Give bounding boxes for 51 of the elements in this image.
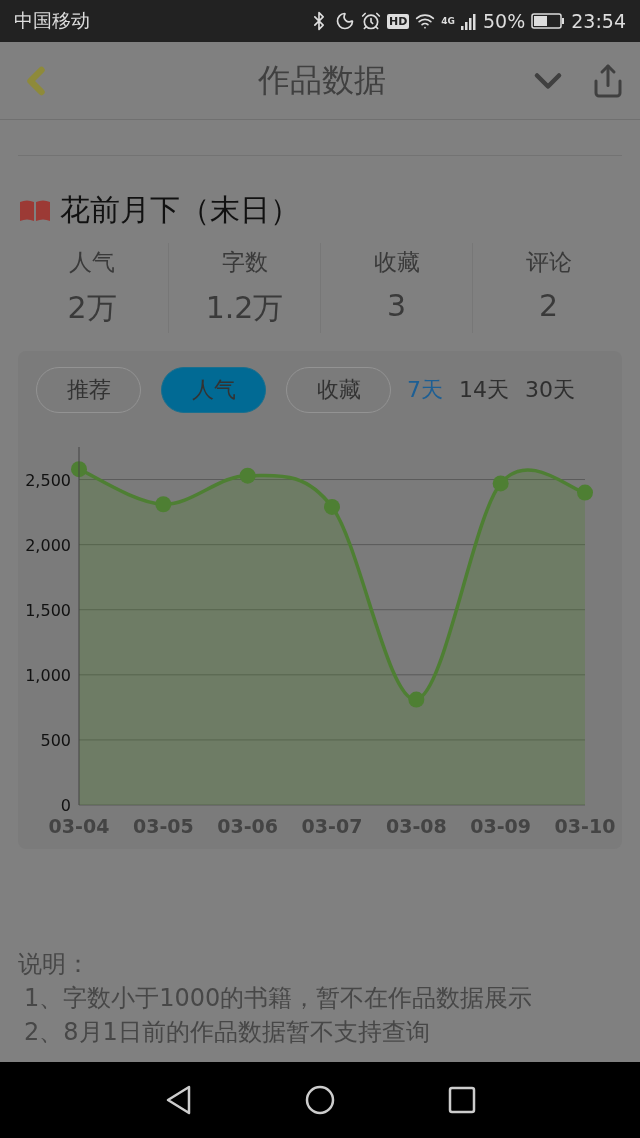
y-tick-label: 0 [60,796,71,815]
battery-percent: 50% [483,10,526,32]
range-tab[interactable]: 7天 [407,375,443,405]
home-nav-icon[interactable] [304,1084,336,1116]
data-point [492,475,509,492]
stat-label: 字数 [221,248,268,277]
data-point [577,484,593,501]
data-point [71,461,87,478]
y-tick-label: 2,500 [25,470,71,490]
stat-label: 评论 [525,248,572,277]
data-point [324,498,340,515]
alarm-icon [361,11,381,31]
x-tick-label: 03-06 [217,815,279,837]
metric-tab[interactable]: 人气 [161,367,266,413]
range-tab[interactable]: 30天 [525,375,575,405]
x-tick-label: 03-10 [554,815,616,837]
battery-icon [531,13,566,29]
network-type: 4G [441,16,455,26]
stat-value: 2 [538,288,559,323]
clock-time: 23:54 [571,10,626,32]
x-tick-label: 03-08 [385,815,447,837]
y-tick-label: 1,500 [25,600,71,620]
data-point [408,691,425,708]
stat-label: 收藏 [373,248,420,277]
wifi-icon [415,11,436,31]
note-line: 2、8月1日前的作品数据暂不支持查询 [23,1017,431,1048]
notes-heading: 说明： [18,949,91,980]
recents-nav-icon[interactable] [448,1086,476,1114]
carrier-name: 中国移动 [14,8,90,33]
moon-icon [335,11,355,31]
back-nav-icon[interactable] [164,1084,192,1116]
stat-value: 3 [386,288,407,323]
data-point [155,496,172,513]
y-tick-label: 500 [40,730,71,750]
signal-icon [461,12,477,30]
stat-value: 1.2万 [205,289,284,327]
stat-label: 人气 [69,248,115,277]
range-tab[interactable]: 14天 [459,375,509,405]
x-tick-label: 03-07 [301,815,363,837]
note-line: 1、字数小于1000的书籍，暂不在作品数据展示 [23,983,534,1014]
book-icon [18,198,52,223]
x-tick-label: 03-09 [470,815,532,837]
y-tick-label: 1,000 [25,665,71,685]
x-tick-label: 03-05 [132,815,194,837]
stat-value: 2万 [67,289,117,327]
x-tick-label: 03-04 [48,815,110,837]
book-title: 花前月下（末日） [60,191,300,229]
page-title: 作品数据 [258,59,386,101]
hd-badge: HD [387,13,410,29]
y-tick-label: 2,000 [25,535,71,555]
data-point [239,467,256,484]
